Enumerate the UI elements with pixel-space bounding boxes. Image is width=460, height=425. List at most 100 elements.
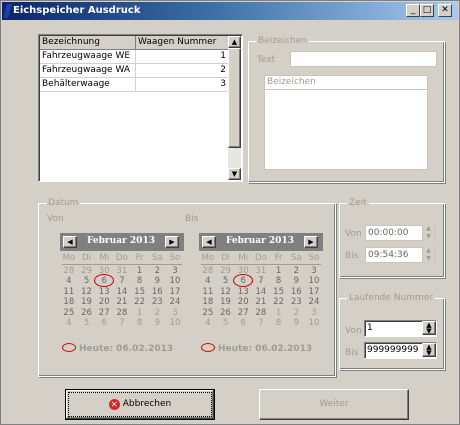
spin-down-icon[interactable]: ▼ (423, 233, 434, 241)
scale-list-scrollbar[interactable]: ▲ ▼ (228, 36, 241, 180)
calendar-day[interactable]: 7 (252, 318, 270, 329)
calendar-day[interactable]: 9 (148, 318, 166, 329)
calendar-day[interactable]: 11 (199, 287, 217, 298)
calendar-day[interactable]: 18 (199, 297, 217, 308)
calendar-day[interactable]: 27 (95, 308, 113, 319)
calendar-day[interactable]: 12 (78, 287, 96, 298)
calendar-day[interactable]: 3 (166, 266, 184, 277)
serial-to-field[interactable]: 999999999 ▲ ▼ (364, 342, 437, 359)
calendar-day[interactable]: 19 (217, 297, 235, 308)
calendar-day[interactable]: 29 (78, 266, 96, 277)
calendar-day[interactable]: 2 (287, 266, 305, 277)
calendar-day[interactable]: 6 (233, 274, 254, 287)
calendar-day[interactable]: 17 (305, 287, 323, 298)
calendar-day[interactable]: 6 (95, 318, 113, 329)
next-month-icon[interactable]: ▶ (165, 236, 179, 248)
calendar-day[interactable]: 20 (234, 297, 252, 308)
calendar-day[interactable]: 1 (131, 266, 149, 277)
column-header-name[interactable]: Bezeichnung (40, 36, 136, 50)
calendar-day[interactable]: 4 (60, 276, 78, 287)
calendar-day[interactable]: 31 (113, 266, 131, 277)
calendar-day[interactable]: 18 (60, 297, 78, 308)
description-list[interactable]: Beizeichen (264, 75, 428, 170)
calendar-day[interactable]: 9 (287, 318, 305, 329)
spin-down-icon[interactable]: ▼ (423, 255, 434, 263)
calendar-day[interactable]: 5 (217, 318, 235, 329)
calendar-day[interactable]: 22 (131, 297, 149, 308)
calendar-day[interactable]: 4 (199, 276, 217, 287)
time-from-field[interactable]: 00:00:00 ▲ ▼ (365, 225, 435, 241)
next-button[interactable]: Weiter (259, 389, 409, 420)
calendar-day[interactable]: 15 (270, 287, 288, 298)
calendar-day[interactable]: 6 (234, 318, 252, 329)
serial-from-field[interactable]: 1 ▲ ▼ (364, 320, 437, 337)
scroll-up-icon[interactable]: ▲ (228, 36, 241, 48)
calendar-day[interactable]: 28 (113, 308, 131, 319)
to-calendar[interactable]: ◀ Februar 2013 ▶ Mo Di Mi Do Fr Sa So 28… (199, 233, 323, 361)
calendar-day[interactable]: 14 (113, 287, 131, 298)
serial-to-spinner[interactable]: ▲ ▼ (422, 343, 436, 357)
calendar-day[interactable]: 23 (287, 297, 305, 308)
calendar-day[interactable]: 7 (113, 318, 131, 329)
calendar-day[interactable]: 27 (234, 308, 252, 319)
calendar-day[interactable]: 2 (148, 266, 166, 277)
time-from-spinner[interactable]: ▲ ▼ (422, 225, 434, 241)
table-row[interactable]: Behälterwaage 3 (40, 78, 230, 92)
calendar-day[interactable]: 28 (60, 266, 78, 277)
calendar-day[interactable]: 5 (78, 318, 96, 329)
spin-up-icon[interactable]: ▲ (423, 225, 434, 233)
calendar-day[interactable]: 26 (217, 308, 235, 319)
title-bar[interactable]: Eichspeicher Ausdruck _ □ ✕ (2, 2, 458, 20)
calendar-day[interactable]: 3 (305, 266, 323, 277)
calendar-day[interactable]: 7 (252, 276, 270, 287)
calendar-day[interactable]: 16 (287, 287, 305, 298)
calendar-day[interactable]: 14 (252, 287, 270, 298)
calendar-day[interactable]: 13 (234, 287, 252, 298)
calendar-day[interactable]: 12 (217, 287, 235, 298)
calendar-day[interactable]: 7 (113, 276, 131, 287)
calendar-day[interactable]: 9 (287, 276, 305, 287)
maximize-button[interactable]: □ (420, 4, 434, 17)
calendar-day[interactable]: 10 (166, 318, 184, 329)
from-today-link[interactable]: Heute: 06.02.2013 (62, 343, 173, 354)
time-to-spinner[interactable]: ▲ ▼ (422, 247, 434, 263)
to-today-link[interactable]: Heute: 06.02.2013 (201, 343, 312, 354)
calendar-day[interactable]: 23 (148, 297, 166, 308)
calendar-day[interactable]: 4 (60, 318, 78, 329)
calendar-day[interactable]: 6 (94, 274, 115, 287)
calendar-day[interactable]: 8 (270, 276, 288, 287)
calendar-day[interactable]: 26 (78, 308, 96, 319)
calendar-day[interactable]: 29 (217, 266, 235, 277)
calendar-day[interactable]: 1 (270, 266, 288, 277)
column-header-number[interactable]: Waagen Nummer (136, 36, 230, 50)
calendar-day[interactable]: 10 (305, 318, 323, 329)
calendar-day[interactable]: 10 (305, 276, 323, 287)
calendar-day[interactable]: 8 (131, 318, 149, 329)
calendar-day[interactable]: 28 (199, 266, 217, 277)
time-to-field[interactable]: 09:54:36 ▲ ▼ (365, 247, 435, 263)
prev-month-icon[interactable]: ◀ (63, 236, 77, 248)
calendar-day[interactable]: 31 (252, 266, 270, 277)
calendar-day[interactable]: 16 (148, 287, 166, 298)
calendar-day[interactable]: 8 (131, 276, 149, 287)
table-row[interactable]: Fahrzeugwaage WE 1 (40, 50, 230, 64)
calendar-day[interactable]: 1 (270, 308, 288, 319)
prev-month-icon[interactable]: ◀ (202, 236, 216, 248)
calendar-day[interactable]: 10 (166, 276, 184, 287)
calendar-day[interactable]: 17 (166, 287, 184, 298)
calendar-day[interactable]: 5 (78, 276, 96, 287)
calendar-day[interactable]: 20 (95, 297, 113, 308)
calendar-day[interactable]: 19 (78, 297, 96, 308)
calendar-day[interactable]: 28 (252, 308, 270, 319)
calendar-day[interactable]: 2 (148, 308, 166, 319)
calendar-day[interactable]: 21 (252, 297, 270, 308)
cancel-button[interactable]: ✕ Abbrechen (65, 389, 215, 420)
calendar-day[interactable]: 24 (166, 297, 184, 308)
calendar-day[interactable]: 9 (148, 276, 166, 287)
scale-list[interactable]: Bezeichnung Waagen Nummer Fahrzeugwaage … (38, 34, 243, 182)
from-calendar[interactable]: ◀ Februar 2013 ▶ Mo Di Mi Do Fr Sa So 28… (60, 233, 184, 361)
calendar-day[interactable]: 3 (305, 308, 323, 319)
calendar-day[interactable]: 15 (131, 287, 149, 298)
scroll-down-icon[interactable]: ▼ (228, 168, 241, 180)
minimize-button[interactable]: _ (406, 4, 420, 17)
